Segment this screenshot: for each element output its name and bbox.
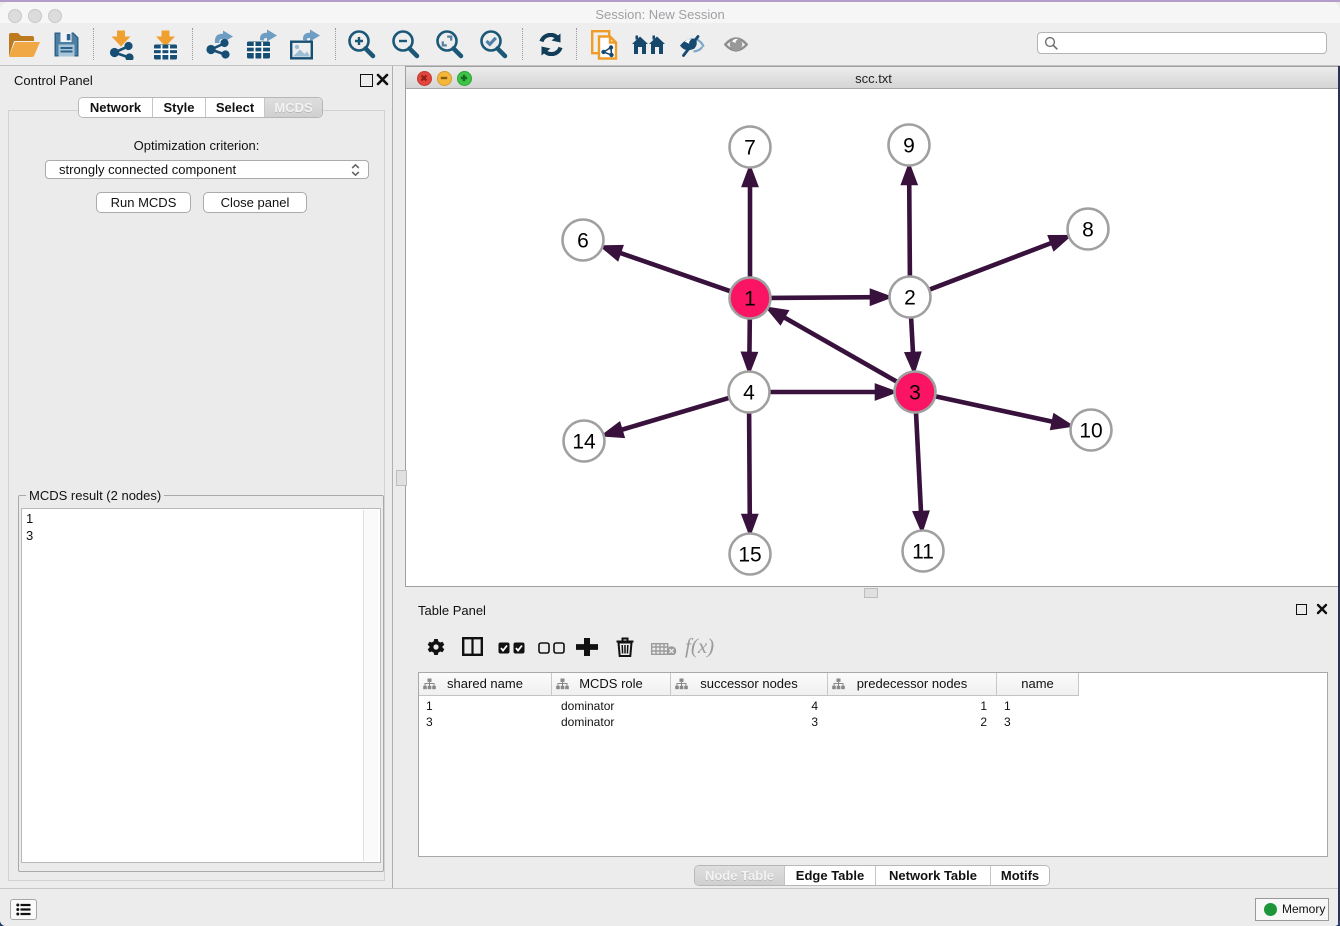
svg-text:9: 9: [903, 135, 915, 158]
svg-text:15: 15: [738, 544, 761, 567]
svg-text:11: 11: [912, 541, 934, 564]
svg-text:2: 2: [904, 287, 916, 310]
svg-text:14: 14: [572, 431, 596, 454]
svg-text:10: 10: [1079, 420, 1102, 443]
svg-text:7: 7: [744, 137, 756, 160]
svg-text:8: 8: [1082, 219, 1094, 242]
svg-text:6: 6: [577, 230, 589, 253]
svg-text:1: 1: [744, 288, 756, 311]
svg-text:4: 4: [743, 382, 755, 405]
svg-text:3: 3: [909, 382, 921, 405]
